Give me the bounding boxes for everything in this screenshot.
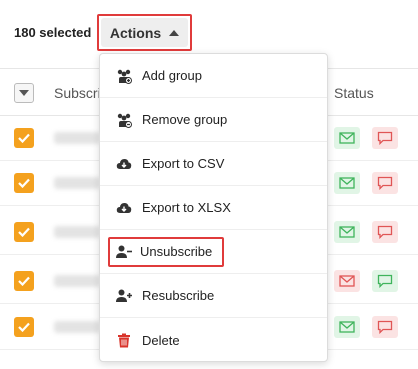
sms-status-badge <box>372 172 398 194</box>
menu-item-label: Resubscribe <box>142 288 215 303</box>
actions-label: Actions <box>109 24 162 41</box>
email-status-badge <box>334 172 360 194</box>
menu-item-label: Delete <box>142 332 180 348</box>
envelope-icon <box>339 275 355 287</box>
email-status-badge <box>334 270 360 292</box>
caret-up-icon <box>169 29 180 36</box>
caret-down-icon <box>19 90 29 96</box>
check-icon <box>18 276 30 286</box>
menu-item-label: Remove group <box>142 112 228 127</box>
subscriber-email <box>54 275 100 287</box>
envelope-icon <box>339 177 355 189</box>
check-icon <box>18 322 30 332</box>
group-remove-icon <box>116 112 132 128</box>
check-icon <box>18 178 30 188</box>
user-plus-icon <box>116 288 132 304</box>
sms-status-badge <box>372 270 398 292</box>
chat-bubble-icon <box>377 176 393 190</box>
email-status-badge <box>334 221 360 243</box>
envelope-icon <box>339 132 355 144</box>
subscriber-email <box>54 226 100 238</box>
actions-dropdown-menu: Add group Remove group Export to CSV Exp… <box>99 53 328 362</box>
row-checkbox[interactable] <box>14 222 34 242</box>
check-icon <box>18 227 30 237</box>
subscriber-email <box>54 177 100 189</box>
menu-item-label: Export to CSV <box>142 156 225 171</box>
row-checkbox[interactable] <box>14 173 34 193</box>
select-all-dropdown[interactable] <box>14 83 34 103</box>
row-checkbox[interactable] <box>14 271 34 291</box>
envelope-icon <box>339 226 355 238</box>
envelope-icon <box>339 321 355 333</box>
menu-item-resubscribe[interactable]: Resubscribe <box>100 274 327 318</box>
user-minus-icon <box>116 244 132 260</box>
selected-count: 180 selected <box>14 25 92 40</box>
check-icon <box>18 133 30 143</box>
row-checkbox[interactable] <box>14 128 34 148</box>
sms-status-badge <box>372 127 398 149</box>
menu-item-label: Export to XLSX <box>142 200 231 215</box>
unsubscribe-highlight: Unsubscribe <box>108 236 225 267</box>
menu-item-unsubscribe[interactable]: Unsubscribe <box>100 230 327 274</box>
email-status-badge <box>334 127 360 149</box>
subscriber-email <box>54 132 100 144</box>
chat-bubble-icon <box>377 131 393 145</box>
row-checkbox[interactable] <box>14 317 34 337</box>
actions-button[interactable]: Actions <box>97 14 192 51</box>
menu-item-label: Unsubscribe <box>140 244 213 259</box>
chat-bubble-icon <box>377 320 393 334</box>
menu-item-export-xlsx[interactable]: Export to XLSX <box>100 186 327 230</box>
chat-bubble-icon <box>377 225 393 239</box>
group-add-icon <box>116 68 132 84</box>
subscriber-email <box>54 321 100 333</box>
menu-item-export-csv[interactable]: Export to CSV <box>100 142 327 186</box>
menu-item-add-group[interactable]: Add group <box>100 54 327 98</box>
cloud-download-icon <box>116 200 132 216</box>
sms-status-badge <box>372 316 398 338</box>
sms-status-badge <box>372 221 398 243</box>
chat-bubble-icon <box>377 274 393 288</box>
menu-item-label: Add group <box>142 68 202 83</box>
menu-item-delete[interactable]: Delete <box>100 318 327 361</box>
trash-icon <box>116 332 132 348</box>
email-status-badge <box>334 316 360 338</box>
cloud-download-icon <box>116 156 132 172</box>
menu-item-remove-group[interactable]: Remove group <box>100 98 327 142</box>
column-header-status[interactable]: Status <box>334 85 374 101</box>
